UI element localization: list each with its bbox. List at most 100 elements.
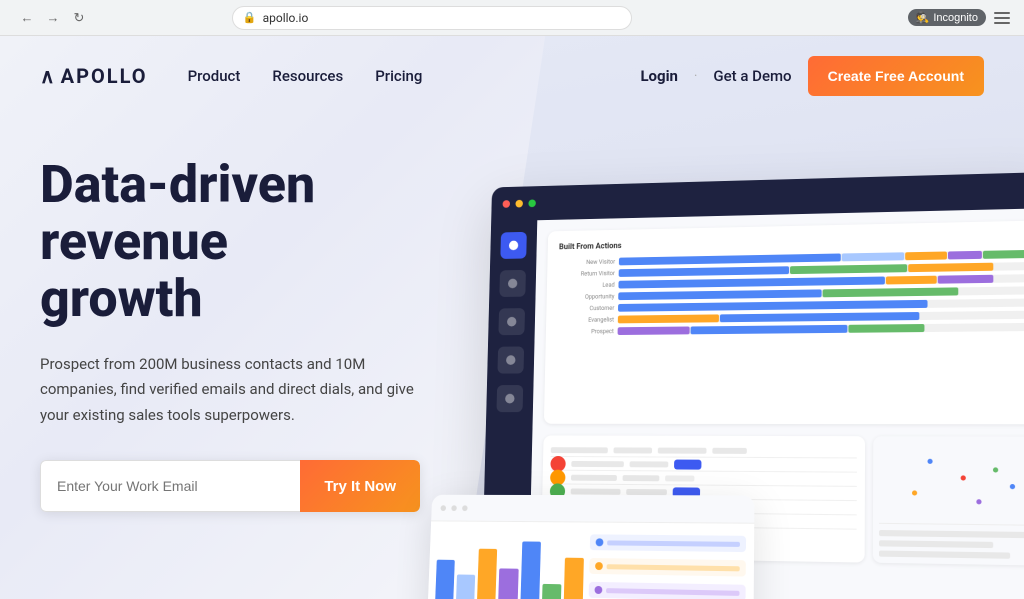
get-demo-link[interactable]: Get a Demo — [713, 67, 791, 85]
nav-right: Login · Get a Demo Create Free Account — [640, 56, 984, 96]
website: ∧ APOLLO Product Resources Pricing Login… — [0, 36, 1024, 599]
bar-label-7: Prospect — [557, 328, 614, 335]
scatter-dot-2 — [960, 475, 965, 480]
hero-title-line2: revenue — [40, 211, 228, 272]
bar-label-2: Return Visitor — [558, 270, 615, 278]
mini-bar-5 — [520, 541, 541, 599]
cell-title-2 — [623, 475, 660, 481]
bar-row-5: Customer — [558, 298, 1024, 312]
hero-title-line1: Data-driven — [40, 154, 315, 215]
mockup-expand-dot — [528, 199, 536, 207]
sidebar-home — [500, 232, 527, 259]
sidebar-settings — [496, 385, 523, 412]
chart-bars: New Visitor — [557, 250, 1024, 336]
card2-header — [431, 495, 754, 524]
hero-title: Data-driven revenue growth — [40, 156, 420, 328]
mini-bar-1 — [435, 559, 455, 599]
bar-row-7: Prospect — [557, 323, 1024, 336]
mockup-side-panel — [873, 436, 1024, 565]
card2-right-panel — [588, 530, 746, 599]
cell-title-1 — [630, 461, 669, 467]
nav-links: Product Resources Pricing — [188, 67, 423, 85]
reload-button[interactable]: ↻ — [68, 7, 90, 29]
nav-separator: · — [694, 69, 697, 84]
metric-row-1 — [590, 534, 746, 552]
hero-subtitle: Prospect from 200M business contacts and… — [40, 352, 420, 429]
table-header-row — [551, 443, 858, 458]
lock-icon: 🔒 — [243, 11, 257, 24]
mini-bar-row — [435, 529, 585, 599]
browser-nav-buttons[interactable]: ← → ↻ — [16, 7, 90, 29]
metric-bar-1 — [607, 540, 740, 546]
mini-bar-7 — [563, 557, 583, 599]
sidebar-contacts — [498, 308, 525, 335]
scatter-dot-5 — [977, 500, 982, 505]
mockup-chart-area: Built From Actions New Visitor — [544, 220, 1024, 424]
card2-dot-3 — [462, 505, 468, 511]
col-status — [712, 447, 747, 453]
scatter-dot-4 — [993, 467, 998, 472]
logo[interactable]: ∧ APOLLO — [40, 64, 148, 88]
bar-track-5 — [618, 298, 1024, 311]
bar-row-6: Evangelist — [557, 311, 1024, 324]
metric-bar-2 — [607, 564, 740, 571]
nav-resources[interactable]: Resources — [272, 67, 343, 85]
mini-bar-4 — [498, 568, 518, 599]
login-link[interactable]: Login — [640, 67, 678, 85]
col-company — [658, 447, 707, 453]
metric-row-3 — [589, 582, 746, 599]
back-button[interactable]: ← — [16, 7, 38, 29]
bar-label-6: Evangelist — [557, 316, 614, 323]
cell-name-2 — [571, 474, 617, 480]
email-input[interactable] — [40, 460, 300, 512]
cell-name-1 — [571, 460, 624, 466]
cell-name-3 — [571, 488, 621, 494]
hero-section: Data-driven revenue growth Prospect from… — [0, 116, 1024, 599]
logo-icon: ∧ — [40, 64, 55, 88]
bar-label-5: Customer — [558, 305, 615, 312]
sidebar-search — [499, 270, 526, 297]
nav-pricing[interactable]: Pricing — [375, 67, 422, 85]
mini-bar-6 — [542, 584, 562, 599]
incognito-button[interactable]: 🕵 Incognito — [908, 9, 986, 26]
scatter-chart — [879, 442, 1024, 526]
bar-track-4 — [618, 286, 1024, 300]
sidebar-analytics — [497, 346, 524, 373]
mockup-minimize-dot — [515, 200, 523, 208]
chart-title: Built From Actions — [559, 233, 1024, 251]
side-line-3 — [879, 550, 1009, 558]
bar-track-6 — [618, 311, 1024, 324]
side-line-2 — [879, 540, 993, 548]
incognito-label: Incognito — [933, 12, 978, 24]
metric-dot-1 — [596, 538, 604, 546]
cell-title-3 — [626, 488, 667, 494]
forward-button[interactable]: → — [42, 7, 64, 29]
metric-bar-3 — [606, 588, 739, 596]
mini-bar-3 — [477, 548, 497, 599]
browser-actions: 🕵 Incognito — [908, 9, 1012, 27]
browser-menu-button[interactable] — [994, 9, 1012, 27]
mockup-secondary-card — [424, 495, 754, 599]
email-form: Try It Now — [40, 460, 420, 512]
card2-metrics — [589, 530, 747, 599]
nav-product[interactable]: Product — [188, 67, 241, 85]
url-text: apollo.io — [263, 11, 309, 25]
cell-action-1 — [674, 459, 701, 469]
create-account-button[interactable]: Create Free Account — [808, 56, 984, 96]
card2-dot-1 — [441, 505, 447, 511]
address-bar[interactable]: 🔒 apollo.io — [232, 6, 632, 30]
bar-label-1: New Visitor — [559, 258, 616, 266]
mini-bar-2 — [456, 575, 475, 599]
metric-row-2 — [589, 558, 746, 577]
bar-label-3: Lead — [558, 281, 615, 289]
mini-bar-chart — [435, 529, 585, 599]
side-line-1 — [879, 530, 1024, 538]
try-it-now-button[interactable]: Try It Now — [300, 460, 420, 512]
bar-label-4: Opportunity — [558, 293, 615, 301]
cell-action-2 — [665, 475, 694, 481]
scatter-dot-3 — [912, 491, 917, 496]
hero-title-line3: growth — [40, 268, 203, 329]
metric-dot-2 — [595, 562, 603, 570]
col-name — [551, 447, 608, 453]
bar-track-7 — [618, 323, 1024, 335]
